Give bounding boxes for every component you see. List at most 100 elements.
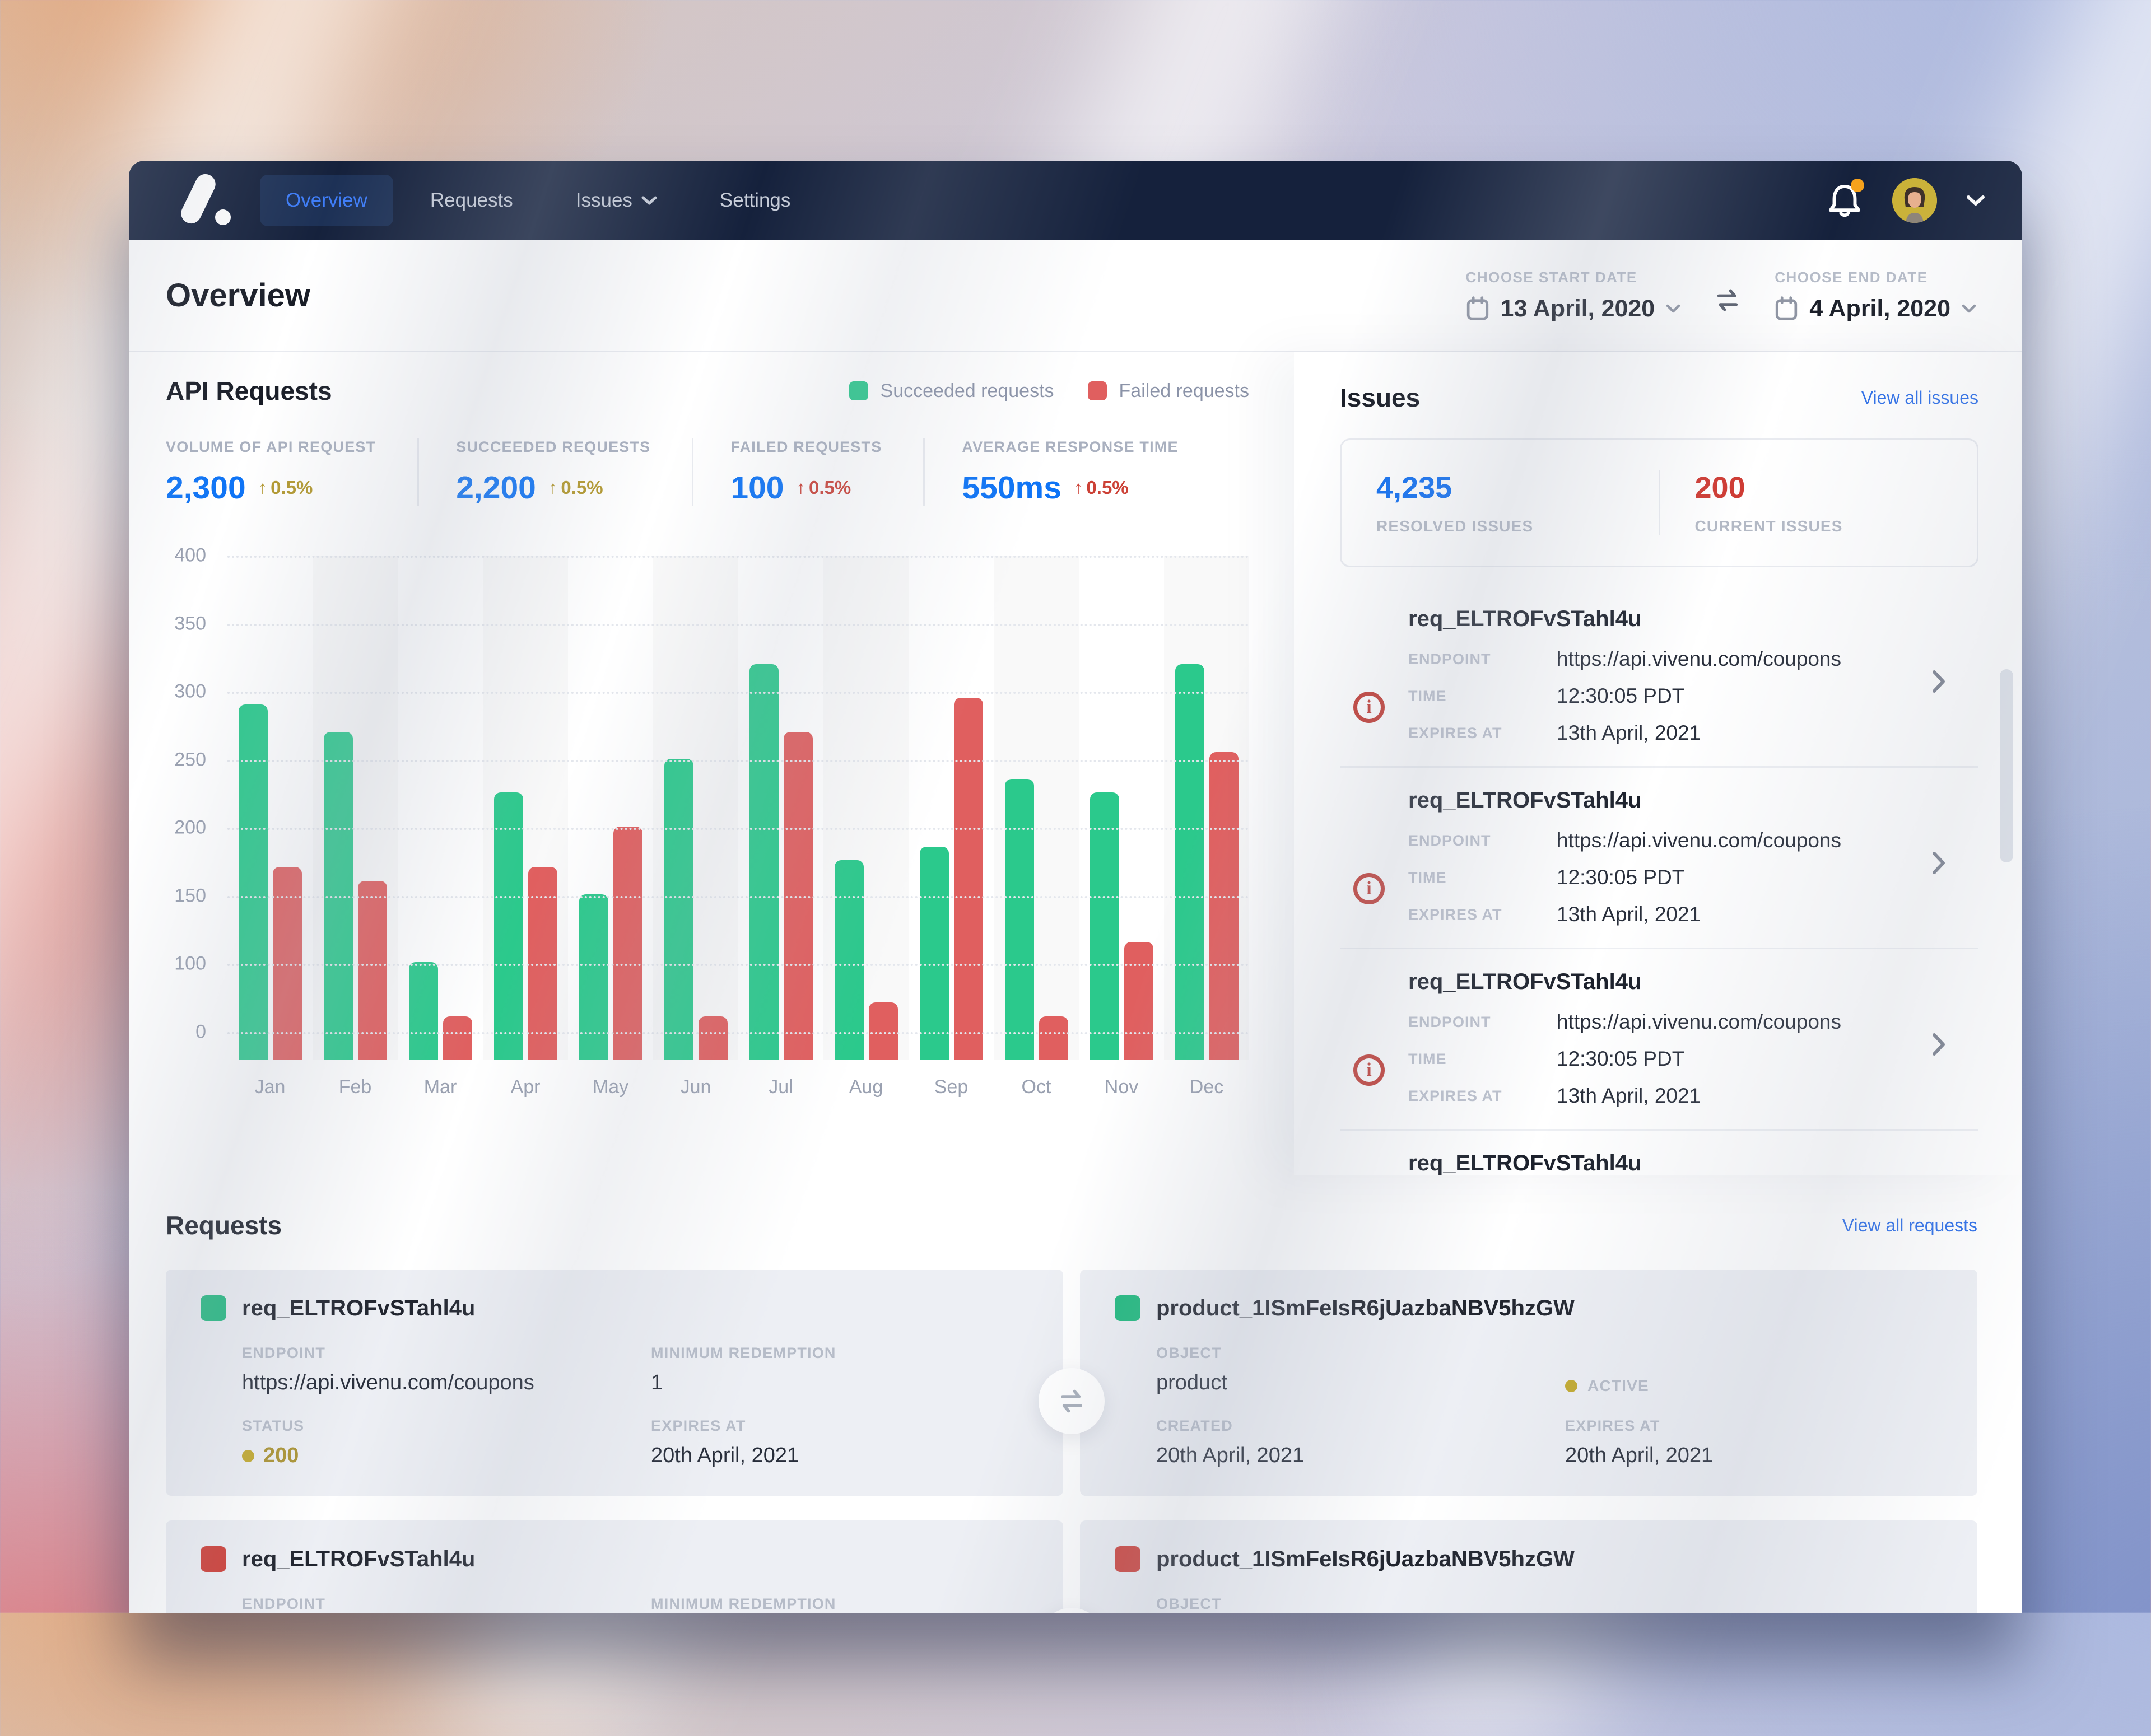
swap-request-button[interactable] [1039, 1368, 1105, 1434]
issue-endpoint-value: https://api.vivenu.com/coupons [1557, 1010, 1939, 1034]
chevron-down-icon [641, 195, 657, 206]
swap-icon [1713, 286, 1742, 315]
plot-area [227, 556, 1249, 1060]
issue-expires-value: 13th April, 2021 [1557, 1084, 1939, 1108]
month-label: Mar [398, 1076, 483, 1098]
account-chevron-down-icon[interactable] [1966, 194, 1985, 207]
month-label: Feb [313, 1076, 398, 1098]
bar-failed[interactable] [443, 1016, 472, 1060]
bar-succeeded[interactable] [239, 704, 268, 1060]
current-count-value: 200 [1695, 470, 1943, 505]
swap-icon [1056, 1386, 1087, 1416]
month-column [653, 556, 738, 1060]
bar-failed[interactable] [1209, 752, 1239, 1060]
user-avatar[interactable] [1892, 178, 1937, 223]
swap-dates-button[interactable] [1713, 286, 1742, 315]
nav-item-settings[interactable]: Settings [694, 175, 816, 226]
bar-succeeded[interactable] [749, 664, 779, 1060]
month-column [738, 556, 823, 1060]
view-all-issues-link[interactable]: View all issues [1861, 388, 1978, 408]
bar-chart: 4003503002502001501000 [166, 556, 1249, 1060]
request-card[interactable]: req_ELTROFvSTahl4u ENDPOINT https://api.… [166, 1520, 1063, 1613]
issues-scrollbar-thumb[interactable] [2000, 669, 2013, 862]
chevron-down-icon [1962, 304, 1976, 314]
bar-succeeded[interactable] [835, 860, 864, 1060]
month-label: Sep [909, 1076, 994, 1098]
bar-succeeded[interactable] [664, 759, 693, 1060]
month-column [994, 556, 1079, 1060]
issue-field-label: TIME [1408, 869, 1534, 886]
current-issues-count: 200 CURRENT ISSUES [1659, 470, 1977, 535]
product-card[interactable]: product_1ISmFeIsR6jUazbaNBV5hzGW OBJECT … [1080, 1270, 1977, 1496]
end-date-select[interactable]: 4 April, 2020 [1775, 295, 1976, 323]
bar-failed[interactable] [1039, 1016, 1068, 1060]
bar-succeeded[interactable] [920, 847, 949, 1060]
issue-list-item[interactable]: i req_ELTROFvSTahl4u ENDPOINThttps://api… [1340, 766, 1978, 948]
issue-field-label: TIME [1408, 1051, 1534, 1068]
chevron-right-icon[interactable] [1931, 1032, 1946, 1057]
start-date-select[interactable]: 13 April, 2020 [1466, 295, 1681, 323]
issue-list-item[interactable]: req_ELTROFvSTahl4u [1340, 1129, 1978, 1178]
request-title: req_ELTROFvSTahl4u [242, 1547, 475, 1572]
brand-logo[interactable] [166, 169, 229, 232]
stat-failed: FAILED REQUESTS 100 ↑0.5% [692, 438, 923, 506]
main-content: API Requests Succeeded requests Failed r… [129, 352, 2022, 1175]
request-card[interactable]: req_ELTROFvSTahl4u ENDPOINT https://api.… [166, 1270, 1063, 1496]
stat-succeeded: SUCCEEDED REQUESTS 2,200 ↑0.5% [417, 438, 692, 506]
bar-succeeded[interactable] [494, 792, 523, 1060]
nav-item-overview[interactable]: Overview [260, 175, 393, 226]
bar-succeeded[interactable] [1090, 792, 1119, 1060]
request-status-square-icon [1115, 1295, 1140, 1321]
end-date-label: CHOOSE END DATE [1775, 269, 1976, 286]
issue-list-item[interactable]: i req_ELTROFvSTahl4u ENDPOINThttps://api… [1340, 948, 1978, 1129]
chevron-right-icon[interactable] [1931, 851, 1946, 875]
bar-failed[interactable] [954, 698, 983, 1060]
request-title: req_ELTROFvSTahl4u [242, 1296, 475, 1321]
view-all-requests-link[interactable]: View all requests [1842, 1215, 1977, 1236]
bar-succeeded[interactable] [579, 894, 608, 1060]
nav-item-label: Requests [430, 189, 513, 212]
field-minimum-redemption: MINIMUM REDEMPTION 1 [651, 1345, 1030, 1395]
month-label: Jun [653, 1076, 738, 1098]
product-card[interactable]: product_1ISmFeIsR6jUazbaNBV5hzGW OBJECT … [1080, 1520, 1977, 1613]
bar-failed[interactable] [699, 1016, 728, 1060]
issue-title: req_ELTROFvSTahl4u [1408, 788, 1939, 813]
issue-endpoint-value: https://api.vivenu.com/coupons [1557, 647, 1939, 671]
stat-label: AVERAGE RESPONSE TIME [962, 438, 1178, 456]
chevron-right-icon[interactable] [1931, 669, 1946, 694]
nav-item-issues[interactable]: Issues [550, 175, 683, 226]
bar-failed[interactable] [613, 827, 642, 1060]
error-info-icon: i [1353, 692, 1385, 723]
issue-list-item[interactable]: i req_ELTROFvSTahl4u ENDPOINThttps://api… [1340, 586, 1978, 766]
stat-value: 2,300 [166, 469, 246, 506]
stat-response-time: AVERAGE RESPONSE TIME 550ms ↑0.5% [923, 438, 1219, 506]
stat-value: 100 [730, 469, 784, 506]
issue-field-label: ENDPOINT [1408, 651, 1534, 668]
issue-field-label: ENDPOINT [1408, 1014, 1534, 1031]
section-title-requests: Requests [166, 1210, 282, 1240]
up-arrow-icon: ↑ [548, 477, 558, 498]
active-dot [1565, 1380, 1577, 1392]
notifications-button[interactable] [1826, 181, 1863, 220]
app-window: Overview Requests Issues Settings [129, 161, 2022, 1613]
bar-succeeded[interactable] [409, 962, 438, 1060]
bar-failed[interactable] [1124, 942, 1153, 1060]
month-column [823, 556, 909, 1060]
bar-succeeded[interactable] [1005, 779, 1034, 1060]
up-arrow-icon: ↑ [1074, 477, 1083, 498]
y-tick-label: 300 [174, 681, 206, 703]
nav-item-requests[interactable]: Requests [404, 175, 539, 226]
current-count-label: CURRENT ISSUES [1695, 517, 1943, 535]
gridline [227, 828, 1249, 830]
issues-counts-card: 4,235 RESOLVED ISSUES 200 CURRENT ISSUES [1340, 438, 1978, 567]
legend-label: Succeeded requests [881, 380, 1054, 402]
bar-succeeded[interactable] [1175, 664, 1204, 1060]
request-title: product_1ISmFeIsR6jUazbaNBV5hzGW [1156, 1547, 1575, 1572]
legend-swatch-red [1088, 381, 1107, 400]
request-status-square-icon [1115, 1546, 1140, 1572]
nav-item-label: Overview [286, 189, 367, 212]
bar-failed[interactable] [869, 1002, 898, 1060]
request-status-square-icon [201, 1295, 226, 1321]
month-label: Dec [1164, 1076, 1249, 1098]
issue-field-label: EXPIRES AT [1408, 906, 1534, 923]
